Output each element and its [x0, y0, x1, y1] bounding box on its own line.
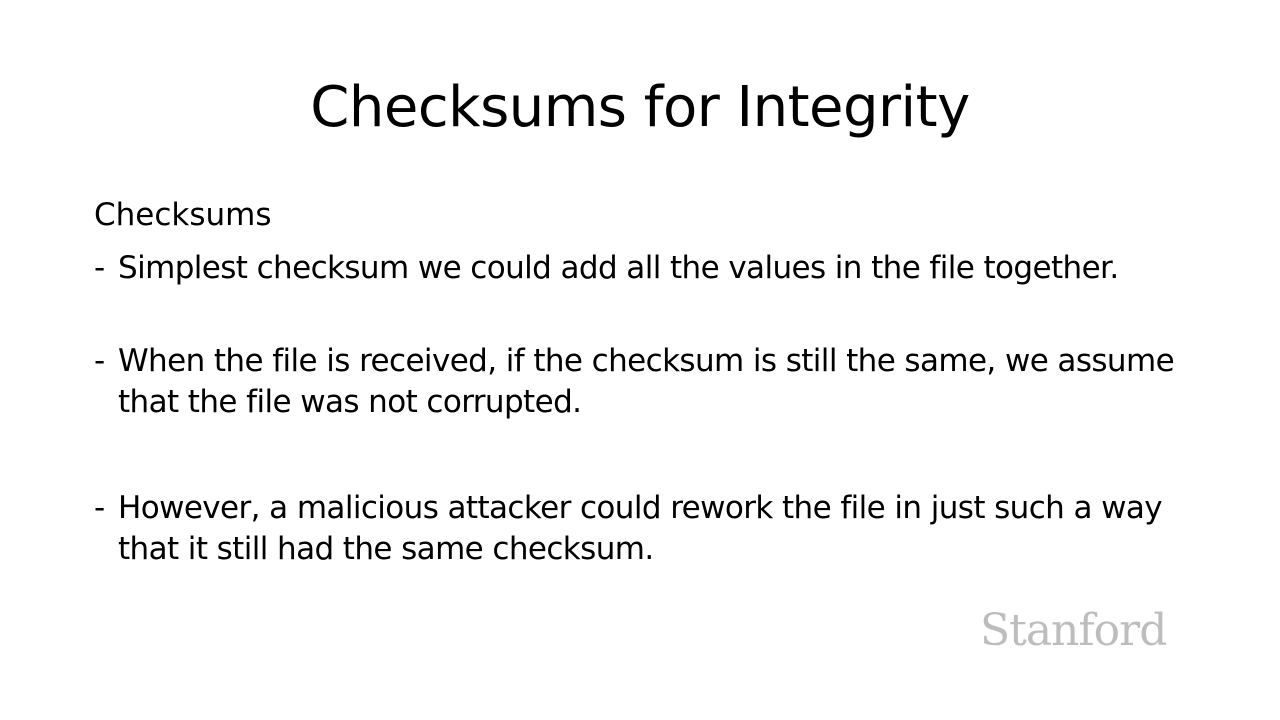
bullet-text: However, a malicious attacker could rewo… [118, 490, 1163, 567]
bullet-item: - When the file is received, if the chec… [94, 341, 1194, 423]
bullet-marker: - [94, 250, 106, 286]
stanford-logo: Stanford [980, 605, 1167, 656]
bullet-item: - However, a malicious attacker could re… [94, 488, 1194, 570]
bullet-item: - Simplest checksum we could add all the… [94, 248, 1194, 289]
slide-title: Checksums for Integrity [310, 75, 970, 140]
bullet-text: When the file is received, if the checks… [118, 343, 1175, 420]
slide: Checksums for Integrity Checksums - Simp… [0, 0, 1280, 720]
section-heading: Checksums [94, 197, 272, 233]
bullet-marker: - [94, 343, 106, 379]
bullet-marker: - [94, 490, 106, 526]
bullet-text: Simplest checksum we could add all the v… [118, 250, 1119, 286]
